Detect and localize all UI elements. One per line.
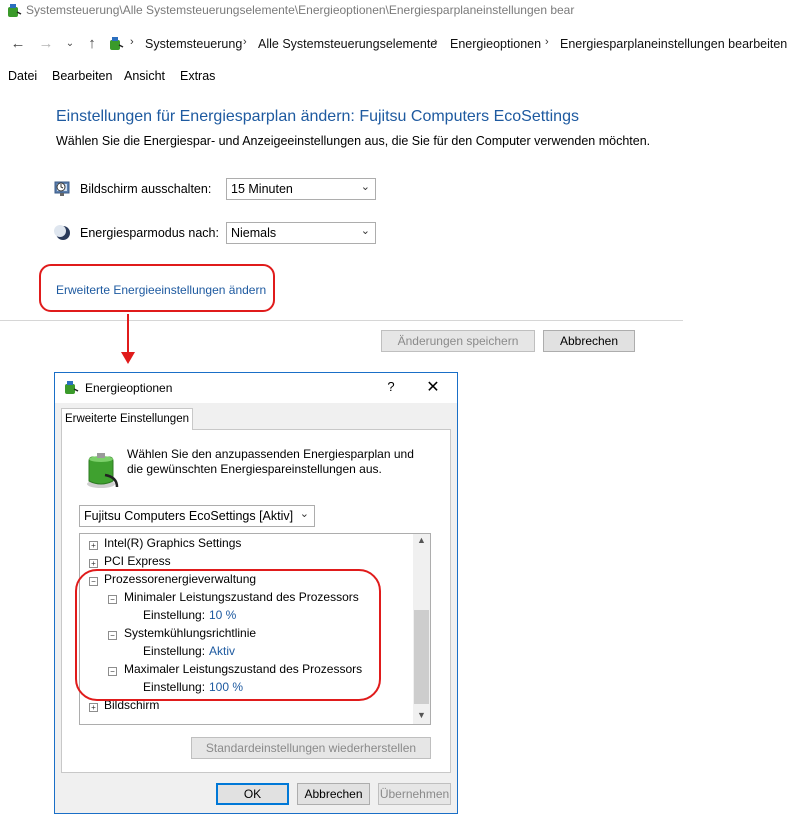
- display-clock-icon: [54, 181, 70, 196]
- tree-item-intel-graphics[interactable]: Intel(R) Graphics Settings: [104, 536, 241, 550]
- tree-scrollbar-thumb[interactable]: [414, 610, 429, 704]
- address-toolbar: ← → ⌄ ↑ › Systemsteuerung › Alle Systems…: [0, 30, 787, 58]
- control-panel-icon: [110, 37, 124, 50]
- sleep-label: Energiesparmodus nach:: [80, 226, 219, 240]
- battery-plug-icon: [87, 453, 119, 488]
- menu-bar: Datei Bearbeiten Ansicht Extras: [0, 66, 787, 86]
- breadcrumb-separator-icon: ›: [130, 36, 134, 48]
- chevron-down-icon[interactable]: ⌄: [60, 34, 80, 54]
- dialog-cancel-button[interactable]: Abbrechen: [297, 783, 370, 805]
- menu-ansicht[interactable]: Ansicht: [124, 69, 165, 83]
- menu-datei[interactable]: Datei: [8, 69, 37, 83]
- sleep-select[interactable]: Niemals ⌄: [226, 222, 376, 244]
- page-description: Wählen Sie die Energiespar- und Anzeigee…: [56, 134, 651, 148]
- callout-arrow-line: [127, 314, 129, 354]
- display-off-value: 15 Minuten: [231, 182, 293, 196]
- restore-defaults-button[interactable]: Standardeinstellungen wiederherstellen: [191, 737, 431, 759]
- expand-plus-icon[interactable]: +: [89, 541, 98, 550]
- display-off-label: Bildschirm ausschalten:: [80, 182, 212, 196]
- dialog-title-bar: Energieoptionen ? ✕: [55, 373, 457, 403]
- breadcrumb-energieoptionen[interactable]: Energieoptionen: [450, 37, 541, 51]
- address-bar[interactable]: › Systemsteuerung › Alle Systemsteuerung…: [104, 31, 787, 57]
- menu-bearbeiten[interactable]: Bearbeiten: [52, 69, 112, 83]
- apply-button[interactable]: Übernehmen: [378, 783, 451, 805]
- display-off-select[interactable]: 15 Minuten ⌄: [226, 178, 376, 200]
- plan-select-value: Fujitsu Computers EcoSettings [Aktiv]: [84, 509, 294, 523]
- scroll-down-icon[interactable]: ▼: [413, 710, 430, 720]
- breadcrumb-plan-bearbeiten[interactable]: Energiesparplaneinstellungen bearbeiten: [560, 37, 787, 51]
- moon-sleep-icon: [54, 225, 70, 240]
- callout-arrow-head-icon: [121, 352, 135, 364]
- breadcrumb-separator-icon: ›: [434, 36, 438, 48]
- save-changes-button[interactable]: Änderungen speichern: [381, 330, 535, 352]
- power-options-icon: [8, 4, 22, 17]
- chevron-down-icon: ⌄: [360, 225, 370, 237]
- tree-item-pci-express[interactable]: PCI Express: [104, 554, 171, 568]
- breadcrumb-separator-icon: ›: [243, 36, 247, 48]
- breadcrumb-systemsteuerung[interactable]: Systemsteuerung: [145, 37, 242, 51]
- forward-arrow-icon[interactable]: →: [36, 34, 56, 54]
- breadcrumb-separator-icon: ›: [545, 36, 549, 48]
- divider: [0, 320, 683, 321]
- power-options-dialog: Energieoptionen ? ✕ Erweiterte Einstellu…: [54, 372, 458, 814]
- expand-plus-icon[interactable]: +: [89, 559, 98, 568]
- dialog-description: Wählen Sie den anzupassenden Energiespar…: [127, 447, 414, 476]
- expand-plus-icon[interactable]: +: [89, 703, 98, 712]
- sleep-value: Niemals: [231, 226, 277, 240]
- breadcrumb-alle-elemente[interactable]: Alle Systemsteuerungselemente: [258, 37, 437, 51]
- chevron-down-icon: ⌄: [299, 508, 309, 520]
- window-title-bar: Systemsteuerung\Alle Systemsteuerungsele…: [0, 0, 787, 22]
- ok-button[interactable]: OK: [216, 783, 289, 805]
- close-icon[interactable]: ✕: [423, 377, 443, 397]
- advanced-settings-link[interactable]: Erweiterte Energieeinstellungen ändern: [56, 283, 266, 297]
- menu-extras[interactable]: Extras: [180, 69, 215, 83]
- tab-erweiterte-einstellungen[interactable]: Erweiterte Einstellungen: [61, 408, 193, 430]
- back-arrow-icon[interactable]: ←: [8, 34, 28, 54]
- dialog-title: Energieoptionen: [85, 381, 173, 395]
- scroll-up-icon[interactable]: ▲: [413, 535, 430, 545]
- plan-select[interactable]: Fujitsu Computers EcoSettings [Aktiv] ⌄: [79, 505, 315, 527]
- window-title: Systemsteuerung\Alle Systemsteuerungsele…: [26, 3, 575, 17]
- help-icon[interactable]: ?: [381, 379, 401, 394]
- page-title: Einstellungen für Energiesparplan ändern…: [56, 108, 579, 125]
- chevron-down-icon: ⌄: [360, 181, 370, 193]
- power-options-icon: [65, 381, 79, 394]
- cancel-button[interactable]: Abbrechen: [543, 330, 635, 352]
- highlight-callout-processor: [75, 569, 381, 701]
- up-arrow-icon[interactable]: ↑: [82, 34, 102, 54]
